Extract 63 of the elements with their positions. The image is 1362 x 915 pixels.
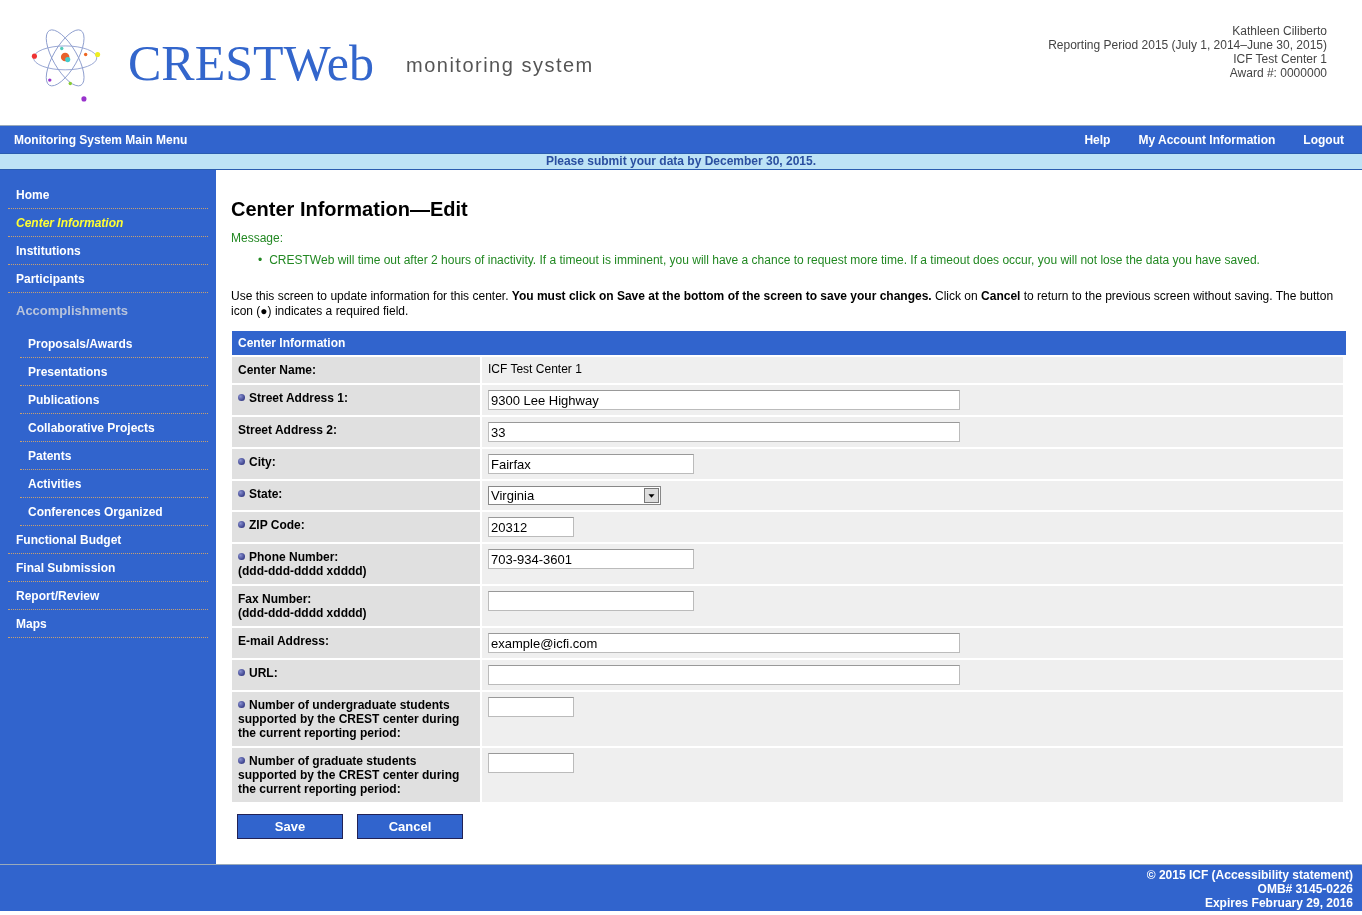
field-label: City: [232,449,480,479]
field-label: State: [232,481,480,510]
sidebar-item[interactable]: Patents [20,442,208,470]
field-label: Street Address 1: [232,385,480,415]
sidebar-item[interactable]: Conferences Organized [20,498,208,526]
sidebar-item[interactable]: Center Information [8,209,208,237]
input-field[interactable]: 20312 [488,517,574,537]
form-button[interactable]: Cancel [357,814,463,839]
sidebar-item[interactable]: Institutions [8,237,208,265]
field-label: E-mail Address: [232,628,480,658]
sidebar-item[interactable]: Publications [20,386,208,414]
field-label: Street Address 2: [232,417,480,447]
input-field[interactable]: 9300 Lee Highway [488,390,960,410]
sidebar-item[interactable]: Collaborative Projects [20,414,208,442]
state-dropdown[interactable]: Virginia [488,486,661,505]
footer-text: OMB# 3145-0226 [1256,882,1353,896]
field-label: Number of graduate students supported by the CREST center during the current reporting period: [232,748,480,802]
sidebar-item[interactable]: Functional Budget [8,526,208,554]
sidebar-item[interactable]: Activities [20,470,208,498]
input-field[interactable]: Fairfax [488,454,694,474]
input-field[interactable]: 33 [488,422,960,442]
section-header: Center Information [232,331,1346,355]
input-field[interactable]: 703-934-3601 [488,549,694,569]
field-label: URL: [232,660,480,690]
form-button[interactable]: Save [237,814,343,839]
page-title: Center Information—Edit [231,198,469,221]
field-label: Center Name: [232,357,480,383]
menu-title: Monitoring System Main Menu [14,132,188,147]
input-field[interactable] [488,697,574,717]
sidebar-item[interactable]: Home [8,181,208,209]
sidebar-item[interactable]: Final Submission [8,554,208,582]
input-field[interactable]: example@icfi.com [488,633,960,653]
sidebar-item[interactable]: Presentations [20,358,208,386]
field-label: Fax Number: (ddd-ddd-dddd xdddd) [232,586,480,626]
sidebar-heading[interactable]: Accomplishments [8,293,208,330]
field-label: Number of undergraduate students supported by the CREST center during the current reporting period: [232,692,480,746]
instructions-text: Use this screen to update information for this center. You must click on Save at the bottom of the screen to save your changes. Click on Cancel to return to the previous screen without saving. The button icon (●) indicates a required field. [231,289,1335,319]
user-info-text: Kathleen Ciliberto [1231,23,1327,38]
nav-link[interactable]: Logout [1303,132,1344,147]
sidebar-item[interactable]: Maps [8,610,208,638]
nav-link[interactable]: Help [1084,132,1111,147]
nav-link[interactable]: My Account Information [1138,132,1276,147]
caret-icon [644,488,659,503]
sidebar-item[interactable]: Participants [8,265,208,293]
input-field[interactable] [488,753,574,773]
sidebar-item[interactable]: Report/Review [8,582,208,610]
user-info-text: ICF Test Center 1 [1232,51,1327,66]
footer-text: © 2015 ICF (Accessibility statement) [1145,868,1353,882]
logo-text: CRESTWeb [128,33,374,92]
user-info-text: Award #: 0000000 [1228,65,1327,80]
sidebar-item[interactable]: Proposals/Awards [20,330,208,358]
input-field[interactable] [488,665,960,685]
message-label: Message: [231,231,285,245]
timeout-message: CRESTWeb will time out after 2 hours of inactivity. If a timeout is imminent, you will have a chance to request more time. If a timeout does occur, you will not lose the data you have saved. [269,253,1260,267]
user-info-text: Reporting Period 2015 (July 1, 2014–June 30, 2015) [1048,37,1327,52]
input-field[interactable] [488,591,694,611]
bullet-mark: • [258,253,263,267]
deadline-notice: Please submit your data by December 30, 2015. [0,153,1362,170]
field-label: Phone Number: (ddd-ddd-dddd xdddd) [232,544,480,584]
tagline: monitoring system [406,54,594,77]
field-value: ICF Test Center 1 [488,362,582,376]
field-label: ZIP Code: [232,512,480,542]
footer-text: Expires February 29, 2016 [1203,896,1353,910]
